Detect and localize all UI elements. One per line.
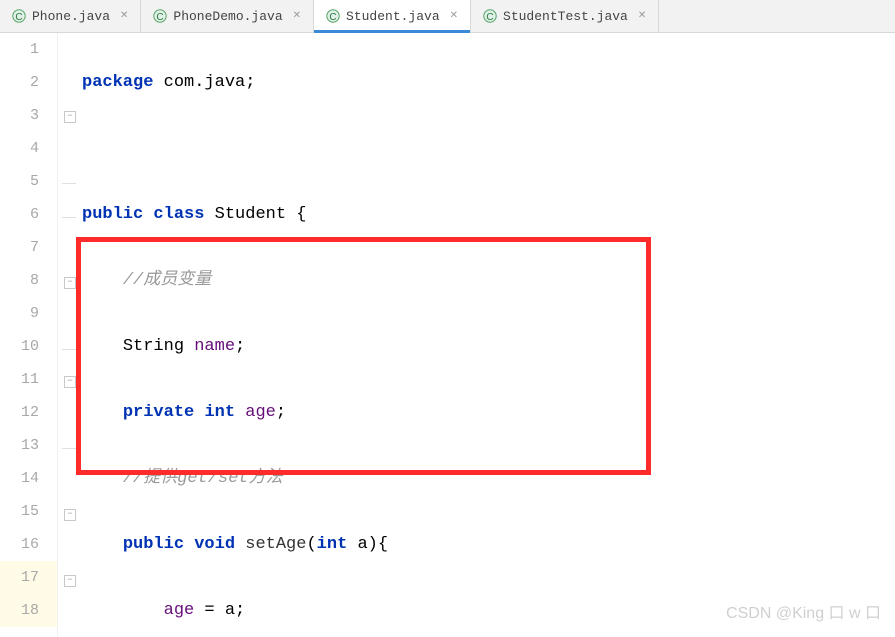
fold-guide (62, 446, 76, 449)
fold-icon[interactable]: − (64, 277, 76, 289)
line-number: 12 (0, 396, 39, 429)
fold-guide (62, 181, 76, 184)
tab-student[interactable]: C Student.java ✕ (314, 0, 471, 32)
java-class-icon: C (12, 9, 26, 23)
svg-text:C: C (329, 12, 336, 23)
line-number: 15 (0, 495, 39, 528)
code-line: public void setAge(int a){ (82, 528, 895, 561)
code-line: //成员变量 (82, 264, 895, 297)
tab-label: StudentTest.java (503, 9, 628, 24)
fold-guide (62, 215, 76, 218)
code-area[interactable]: package com.java; public class Student {… (82, 33, 895, 637)
line-number: 14 (0, 462, 39, 495)
code-line: package com.java; (82, 66, 895, 99)
code-line: public class Student { (82, 198, 895, 231)
svg-text:C: C (486, 12, 493, 23)
fold-guide (62, 347, 76, 350)
line-number: 13 (0, 429, 39, 462)
code-line: //提供get/set方法 (82, 462, 895, 495)
code-line: String name; (82, 330, 895, 363)
code-line (82, 132, 895, 165)
editor: 1 2 3 4 5 6 7 8 9 10 11 12 13 14 15 16 1… (0, 33, 895, 637)
close-icon[interactable]: ✕ (450, 10, 458, 22)
tab-label: Student.java (346, 9, 440, 24)
java-class-icon: C (483, 9, 497, 23)
line-number: 8 (0, 264, 39, 297)
line-number: 6 (0, 198, 39, 231)
fold-icon[interactable]: − (64, 575, 76, 587)
line-number: 5 (0, 165, 39, 198)
line-number: 1 (0, 33, 39, 66)
close-icon[interactable]: ✕ (120, 10, 128, 22)
gutter: 1 2 3 4 5 6 7 8 9 10 11 12 13 14 15 16 1… (0, 33, 58, 637)
tab-label: PhoneDemo.java (173, 9, 282, 24)
line-number: 7 (0, 231, 39, 264)
svg-text:C: C (157, 12, 164, 23)
line-number: 11 (0, 363, 39, 396)
tab-phone[interactable]: C Phone.java ✕ (0, 0, 141, 32)
line-number: 16 (0, 528, 39, 561)
fold-icon[interactable]: − (64, 509, 76, 521)
close-icon[interactable]: ✕ (293, 10, 301, 22)
tab-label: Phone.java (32, 9, 110, 24)
close-icon[interactable]: ✕ (638, 10, 646, 22)
line-number: 10 (0, 330, 39, 363)
line-number: 18 (0, 594, 57, 627)
fold-column: − − − − − (58, 33, 82, 637)
line-number: 17 (0, 561, 57, 594)
line-number: 9 (0, 297, 39, 330)
code-line: private int age; (82, 396, 895, 429)
java-class-icon: C (326, 9, 340, 23)
fold-icon[interactable]: − (64, 376, 76, 388)
line-number: 2 (0, 66, 39, 99)
fold-icon[interactable]: − (64, 111, 76, 123)
tab-bar: C Phone.java ✕ C PhoneDemo.java ✕ C Stud… (0, 0, 895, 33)
java-class-icon: C (153, 9, 167, 23)
line-number: 4 (0, 132, 39, 165)
tab-studenttest[interactable]: C StudentTest.java ✕ (471, 0, 659, 32)
svg-text:C: C (15, 12, 22, 23)
line-number: 3 (0, 99, 39, 132)
watermark: CSDN @King 口 w 口 (726, 599, 881, 623)
tab-phonedemo[interactable]: C PhoneDemo.java ✕ (141, 0, 314, 32)
